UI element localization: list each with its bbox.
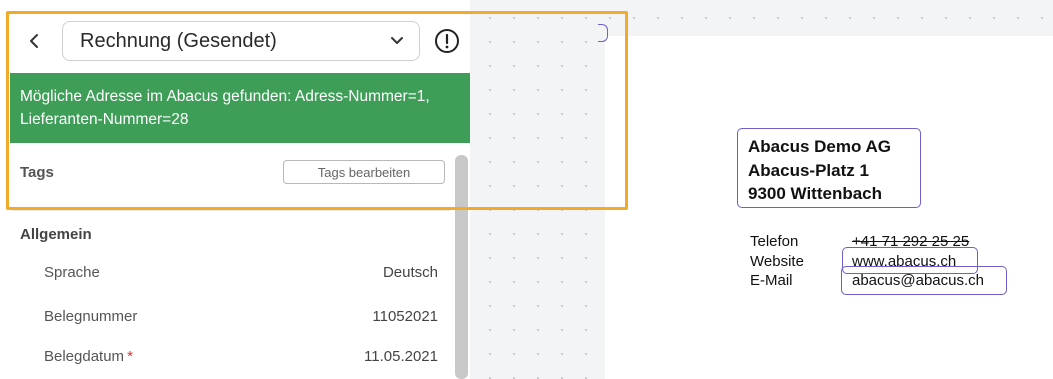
tags-label: Tags (20, 164, 54, 181)
field-label-wrap: Belegdatum * (44, 348, 133, 365)
chevron-down-icon (391, 37, 403, 44)
field-value: 11.05.2021 (364, 348, 438, 365)
address-match-banner: Mögliche Adresse im Abacus gefunden: Adr… (10, 73, 470, 143)
address-line-3: 9300 Wittenbach (748, 184, 882, 203)
required-marker: * (127, 348, 133, 365)
field-value: Deutsch (382, 264, 438, 281)
sidebar-scrollbar[interactable] (455, 155, 468, 379)
contact-label-phone: Telefon (750, 233, 799, 250)
document-type-select[interactable]: Rechnung (Gesendet) (62, 21, 420, 61)
document-type-value: Rechnung (Gesendet) (80, 29, 277, 52)
field-belegnummer[interactable]: Belegnummer 11052021 (0, 302, 450, 332)
field-label: Belegdatum (44, 348, 125, 365)
contact-label-website: Website (750, 253, 804, 270)
back-button[interactable] (22, 26, 46, 56)
banner-line-1: Mögliche Adresse im Abacus gefunden: Adr… (20, 88, 430, 105)
exclamation-circle-icon[interactable] (432, 26, 462, 56)
banner-line-2: Lieferanten-Nummer=28 (20, 111, 189, 128)
detection-box-fragment (598, 24, 608, 42)
section-title-general: Allgemein (20, 226, 92, 243)
field-belegdatum[interactable]: Belegdatum * 11.05.2021 (0, 342, 450, 372)
document-sidebar: Rechnung (Gesendet) Mögliche Adresse im … (0, 0, 470, 379)
field-label: Sprache (44, 264, 100, 281)
address-line-1: Abacus Demo AG (748, 137, 891, 156)
address-line-2: Abacus-Platz 1 (748, 161, 869, 180)
sidebar-header: Rechnung (Gesendet) (0, 0, 470, 72)
field-label: Belegnummer (44, 308, 138, 325)
chevron-left-icon (30, 34, 38, 48)
contact-label-email: E-Mail (750, 272, 793, 289)
email-detection-box[interactable] (841, 266, 1007, 295)
field-value: 11052021 (372, 308, 438, 325)
divider (12, 210, 450, 211)
edit-tags-button[interactable]: Tags bearbeiten (283, 160, 445, 184)
field-sprache[interactable]: Sprache Deutsch (0, 258, 450, 288)
